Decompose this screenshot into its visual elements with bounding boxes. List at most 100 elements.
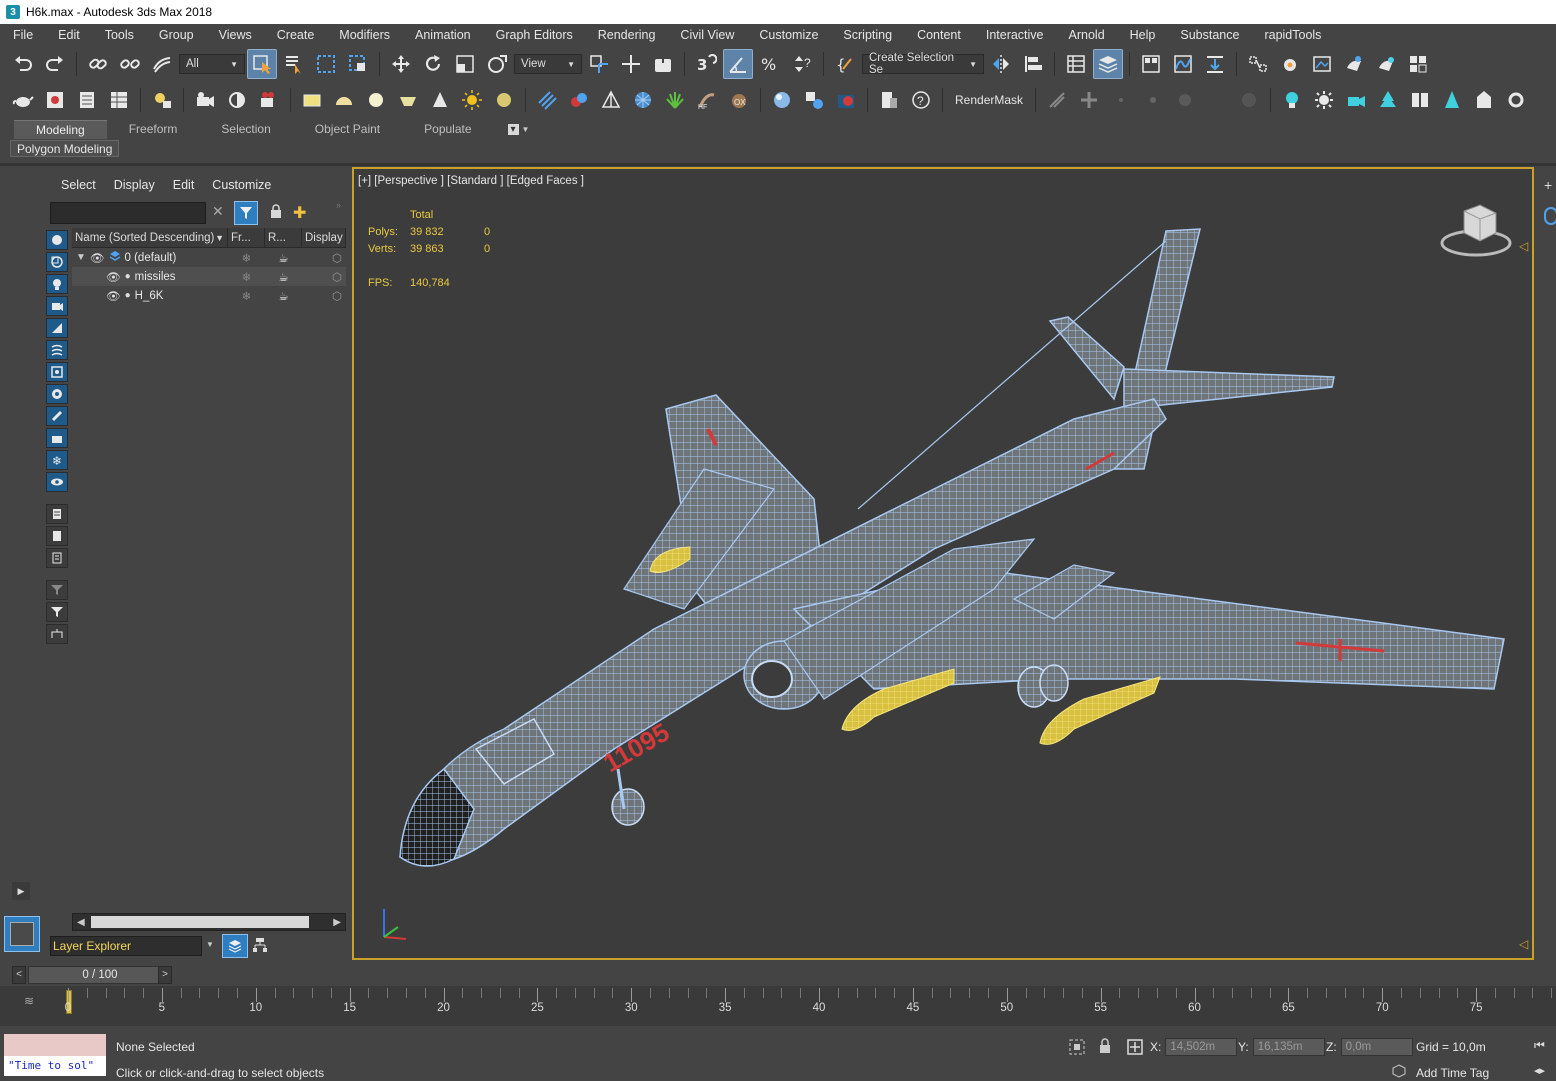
scroll-right-icon[interactable]: ▶ — [329, 917, 345, 928]
sphere-primitive-icon[interactable] — [361, 85, 391, 115]
half-sphere-icon[interactable] — [222, 85, 252, 115]
tree-row[interactable]: 👁 ● H_6K ❄ ☕ ⬡ — [72, 286, 346, 305]
hair-fur-icon[interactable]: HF — [692, 85, 722, 115]
tree-icon[interactable] — [1373, 85, 1403, 115]
expand-panel-icon[interactable]: ▶ — [12, 882, 30, 900]
cross-tool-icon[interactable] — [1074, 85, 1104, 115]
column-name[interactable]: Name (Sorted Descending) ▼ — [72, 227, 228, 248]
menu-content[interactable]: Content — [904, 28, 973, 42]
render-gallery-icon[interactable] — [1403, 49, 1433, 79]
display-none-icon[interactable] — [46, 526, 68, 546]
geosphere-icon[interactable] — [628, 85, 658, 115]
menu-customize[interactable]: Customize — [746, 28, 830, 42]
scene-menu-edit[interactable]: Edit — [164, 178, 204, 192]
foliage-icon[interactable] — [660, 85, 690, 115]
curve-editor-icon[interactable] — [1168, 49, 1198, 79]
selection-lock-icon[interactable] — [1098, 1038, 1114, 1056]
chevron-down-icon[interactable]: ▼ — [206, 940, 214, 949]
select-by-name-icon[interactable] — [279, 49, 309, 79]
particle-grid-icon[interactable] — [532, 85, 562, 115]
wire-pyramid-icon[interactable] — [596, 85, 626, 115]
display-box-icon[interactable]: ⬡ — [302, 270, 346, 284]
sun-light-icon[interactable] — [457, 85, 487, 115]
hair-object-icon[interactable]: OX — [724, 85, 754, 115]
scene-menu-customize[interactable]: Customize — [203, 178, 280, 192]
rendermask-label[interactable]: RenderMask — [949, 93, 1029, 107]
y-coordinate-field[interactable]: 16,135m — [1252, 1038, 1325, 1056]
settings-gear-icon[interactable] — [1501, 85, 1531, 115]
menu-graph-editors[interactable]: Graph Editors — [483, 28, 585, 42]
frame-display[interactable]: 0 / 100 — [28, 966, 172, 984]
undo-icon[interactable] — [8, 49, 38, 79]
video-camera-icon[interactable] — [254, 85, 284, 115]
sort-by-layer-icon[interactable] — [222, 934, 248, 958]
menu-help[interactable]: Help — [1117, 28, 1168, 42]
camera-light-icon[interactable] — [1341, 85, 1371, 115]
selection-filter-dropdown[interactable]: All ▼ — [179, 54, 245, 74]
scene-explorer-toggle-icon[interactable] — [1061, 49, 1091, 79]
window-crossing-icon[interactable] — [343, 49, 373, 79]
material-editor-icon[interactable] — [1243, 49, 1273, 79]
filter-bones-icon[interactable] — [46, 406, 68, 426]
rendered-frame-window-icon[interactable] — [1307, 49, 1337, 79]
render-setup-icon[interactable] — [1275, 49, 1305, 79]
select-manipulate-icon[interactable] — [616, 49, 646, 79]
add-time-tag[interactable]: Add Time Tag — [1416, 1066, 1489, 1080]
key-mode-icon[interactable]: ◂▸ — [1534, 1064, 1545, 1077]
dot-small-icon[interactable] — [1106, 85, 1136, 115]
edit-named-selection-icon[interactable]: { — [830, 49, 860, 79]
percent-snap-icon[interactable]: % — [755, 49, 785, 79]
isolate-selection-icon[interactable] — [1068, 1038, 1086, 1056]
aircraft-wireframe-model[interactable]: 11095 — [354, 169, 1532, 958]
filter-cameras-icon[interactable] — [46, 296, 68, 316]
filter-lights-icon[interactable] — [46, 274, 68, 294]
freeze-icon[interactable]: ❄ — [228, 251, 265, 265]
menu-tools[interactable]: Tools — [92, 28, 146, 42]
maxscript-output[interactable] — [4, 1034, 106, 1056]
help-icon[interactable]: ? — [906, 85, 936, 115]
menu-interactive[interactable]: Interactive — [973, 28, 1056, 42]
create-plus-icon[interactable]: + — [1544, 177, 1552, 193]
time-tag-icon[interactable] — [1392, 1064, 1408, 1080]
menu-rendering[interactable]: Rendering — [585, 28, 668, 42]
mini-curve-editor-icon[interactable]: ≋ — [24, 994, 34, 1008]
layer-explorer-toggle-icon[interactable] — [1093, 49, 1123, 79]
named-selection-set-dropdown[interactable]: Create Selection Se ▼ — [862, 52, 984, 76]
link-icon[interactable] — [83, 49, 113, 79]
tree-row[interactable]: ▼ 👁 0 (default) ❄ ☕ ⬡ — [72, 248, 346, 267]
time-prev-icon[interactable]: < — [12, 966, 26, 984]
eye-icon[interactable]: 👁 — [106, 289, 121, 303]
perspective-viewport[interactable]: [+] [Perspective ] [Standard ] [Edged Fa… — [352, 167, 1534, 960]
z-coordinate-field[interactable]: 0,0m — [1340, 1038, 1413, 1056]
dot-large-icon[interactable] — [1170, 85, 1200, 115]
snaps-toggle-icon[interactable]: 3 — [691, 49, 721, 79]
eye-icon[interactable]: 👁 — [90, 251, 105, 265]
freeze-icon[interactable]: ❄ — [228, 289, 265, 303]
filter-hidden-icon[interactable] — [46, 472, 68, 492]
render-teapot-icon[interactable]: ☕ — [265, 251, 302, 265]
unlink-icon[interactable] — [115, 49, 145, 79]
scene-search-input[interactable] — [50, 202, 206, 224]
tab-freeform[interactable]: Freeform — [107, 120, 200, 138]
menu-modifiers[interactable]: Modifiers — [326, 28, 402, 42]
teapot-icon[interactable] — [8, 85, 38, 115]
explorer-type-dropdown[interactable]: Layer Explorer — [50, 936, 202, 956]
light-lister-icon[interactable] — [147, 85, 177, 115]
scene-menu-select[interactable]: Select — [52, 178, 105, 192]
tab-object-paint[interactable]: Object Paint — [293, 120, 402, 138]
scene-horizontal-scrollbar[interactable]: ◀ ▶ — [72, 913, 346, 931]
dot-medium-icon[interactable] — [1138, 85, 1168, 115]
filter-toggle-icon[interactable] — [234, 201, 258, 225]
place-icon[interactable] — [482, 49, 512, 79]
render-iterative-icon[interactable] — [1371, 49, 1401, 79]
filter-icon[interactable] — [46, 602, 68, 622]
scene-menu-display[interactable]: Display — [105, 178, 164, 192]
pine-icon[interactable] — [1437, 85, 1467, 115]
display-invert-icon[interactable] — [46, 548, 68, 568]
dot-xl-icon[interactable] — [1234, 85, 1264, 115]
add-layer-icon[interactable]: ✚ — [293, 203, 306, 223]
render-teapot-icon[interactable]: ☕ — [265, 270, 302, 284]
column-render[interactable]: R... — [265, 227, 302, 248]
viewport-layout-icon[interactable] — [4, 916, 40, 952]
menu-animation[interactable]: Animation — [402, 28, 483, 42]
